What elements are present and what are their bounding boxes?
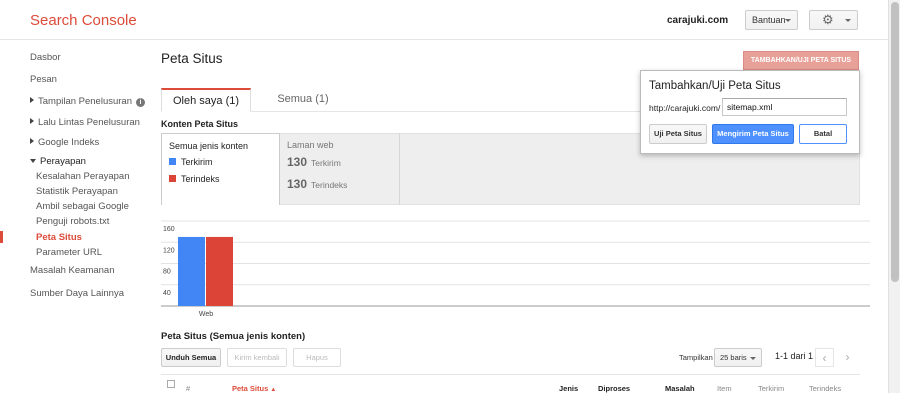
- y-tick-label: 160: [163, 226, 175, 233]
- sidebar-item-crawl-stats[interactable]: Statistik Perayapan: [36, 186, 118, 197]
- column-items: Item: [717, 384, 732, 393]
- sidebar-item-dashboard[interactable]: Dasbor: [30, 52, 61, 63]
- chevron-left-icon: ‹: [822, 351, 827, 365]
- gear-icon: ⚙: [822, 12, 834, 27]
- content-type-title: Semua jenis konten: [169, 141, 249, 151]
- legend-swatch-red: [169, 175, 176, 182]
- sidebar-item-search-traffic[interactable]: Lalu Lintas Penelusuran: [30, 117, 140, 128]
- page-title: Peta Situs: [161, 51, 223, 66]
- web-indexed-label: Terindeks: [311, 180, 348, 190]
- y-tick-label: 80: [163, 269, 171, 276]
- dialog-title: Tambahkan/Uji Peta Situs: [649, 80, 781, 92]
- legend-swatch-blue: [169, 158, 176, 165]
- chevron-right-icon: [30, 118, 34, 124]
- sort-ascending-icon: ▲: [270, 387, 277, 393]
- column-processed[interactable]: Diproses: [598, 384, 630, 393]
- column-sitemap-label: Peta Situs: [232, 384, 269, 393]
- sidebar-item-label: Perayapan: [40, 156, 86, 167]
- column-type[interactable]: Jenis: [559, 384, 578, 393]
- download-all-button[interactable]: Unduh Semua: [161, 348, 221, 367]
- column-issues[interactable]: Masalah: [665, 384, 695, 393]
- sidebar-item-label: Lalu Lintas Penelusuran: [38, 117, 140, 128]
- table-header: # Peta Situs ▲ Jenis Diproses Masalah It…: [161, 374, 860, 393]
- content-section-label: Konten Peta Situs: [161, 119, 239, 129]
- sidebar-item-security-issues[interactable]: Masalah Keamanan: [30, 265, 115, 276]
- column-submitted: Terkirim: [758, 384, 785, 393]
- web-pages-panel[interactable]: Laman web 130 Terkirim 130 Terindeks: [281, 133, 400, 205]
- help-label: Bantuan: [752, 15, 786, 25]
- y-tick-label: 120: [163, 247, 175, 254]
- chevron-right-icon: [30, 97, 34, 103]
- chevron-down-icon: [785, 19, 791, 22]
- info-icon[interactable]: i: [136, 98, 146, 107]
- sidebar-item-label: Tampilan Penelusuran: [38, 96, 133, 107]
- bar-terindeks: [206, 236, 233, 306]
- sitemap-path-input[interactable]: [722, 98, 847, 116]
- select-all-checkbox[interactable]: [167, 380, 175, 388]
- content-type-panel[interactable]: Semua jenis konten Terkirim Terindeks: [161, 133, 280, 205]
- delete-button[interactable]: Hapus: [293, 348, 341, 367]
- web-submitted-label: Terkirim: [311, 158, 341, 168]
- legend-label: Terkirim: [181, 157, 213, 167]
- cancel-button[interactable]: Batal: [799, 124, 847, 144]
- add-test-sitemap-button[interactable]: TAMBAHKAN/UJI PETA SITUS: [743, 51, 859, 70]
- web-indexed-row: 130 Terindeks: [287, 177, 347, 191]
- rows-per-page-select[interactable]: 25 baris: [714, 348, 762, 367]
- chevron-right-icon: [30, 138, 34, 144]
- settings-dropdown[interactable]: ⚙: [809, 10, 858, 30]
- y-tick-label: 40: [163, 290, 171, 297]
- tab-by-me[interactable]: Oleh saya (1): [161, 88, 251, 112]
- bar-terkirim: [178, 236, 205, 306]
- x-tick-label: Web: [199, 311, 213, 318]
- sidebar-item-label: Google Indeks: [38, 137, 100, 148]
- sidebar-item-search-appearance[interactable]: Tampilan Penelusuran i: [30, 96, 146, 107]
- column-number: #: [186, 384, 191, 393]
- sitemap-chart: 40 80 120 160 Web: [161, 220, 870, 318]
- chevron-down-icon: [30, 159, 36, 163]
- legend-label: Terindeks: [181, 174, 220, 184]
- add-sitemap-dialog: Tambahkan/Uji Peta Situs http://carajuki…: [640, 70, 860, 154]
- next-page-button[interactable]: ›: [838, 348, 857, 367]
- sidebar-item-crawl-errors[interactable]: Kesalahan Perayapan: [36, 171, 130, 182]
- legend-indexed: Terindeks: [169, 174, 220, 184]
- chevron-right-icon: ›: [845, 350, 850, 364]
- sidebar-item-sitemaps[interactable]: Peta Situs: [36, 232, 82, 243]
- web-submitted-row: 130 Terkirim: [287, 155, 341, 169]
- sitemaps-table-title: Peta Situs (Semua jenis konten): [161, 331, 306, 342]
- resend-button[interactable]: Kirim kembali: [227, 348, 287, 367]
- rows-per-page-value: 25 baris: [720, 353, 747, 362]
- sidebar-item-fetch-as-google[interactable]: Ambil sebagai Google: [36, 201, 129, 212]
- app-title[interactable]: Search Console: [30, 12, 137, 29]
- column-sitemap[interactable]: Peta Situs ▲: [232, 384, 276, 393]
- sidebar: Dasbor Pesan Tampilan Penelusuran i Lalu …: [0, 41, 150, 393]
- help-dropdown[interactable]: Bantuan: [745, 10, 798, 30]
- chevron-down-icon: [845, 19, 851, 22]
- top-header: Search Console carajuki.com Bantuan ⚙: [0, 0, 888, 40]
- sidebar-item-messages[interactable]: Pesan: [30, 74, 57, 85]
- column-indexed: Terindeks: [809, 384, 842, 393]
- test-sitemap-button[interactable]: Uji Peta Situs: [649, 124, 707, 144]
- tab-all[interactable]: Semua (1): [263, 88, 343, 112]
- web-pages-title: Laman web: [287, 140, 334, 150]
- sitemap-url-prefix: http://carajuki.com/: [649, 103, 721, 113]
- active-indicator: [0, 231, 3, 243]
- web-submitted-count: 130: [287, 155, 308, 169]
- web-indexed-count: 130: [287, 177, 308, 191]
- vertical-scrollbar[interactable]: [888, 0, 900, 393]
- sidebar-item-other-resources[interactable]: Sumber Daya Lainnya: [30, 288, 124, 299]
- sidebar-item-crawl[interactable]: Perayapan: [30, 156, 86, 167]
- rows-show-label: Tampilkan: [679, 353, 713, 362]
- legend-submitted: Terkirim: [169, 157, 213, 167]
- chevron-down-icon: [750, 357, 756, 360]
- sidebar-item-url-parameters[interactable]: Parameter URL: [36, 247, 102, 258]
- previous-page-button[interactable]: ‹: [815, 348, 834, 367]
- site-name: carajuki.com: [667, 15, 729, 26]
- sidebar-item-robots-tester[interactable]: Penguji robots.txt: [36, 216, 109, 227]
- pagination-range: 1-1 dari 1: [775, 351, 814, 361]
- scrollbar-thumb[interactable]: [891, 2, 899, 282]
- sidebar-item-google-index[interactable]: Google Indeks: [30, 137, 99, 148]
- submit-sitemap-button[interactable]: Mengirim Peta Situs: [712, 124, 794, 144]
